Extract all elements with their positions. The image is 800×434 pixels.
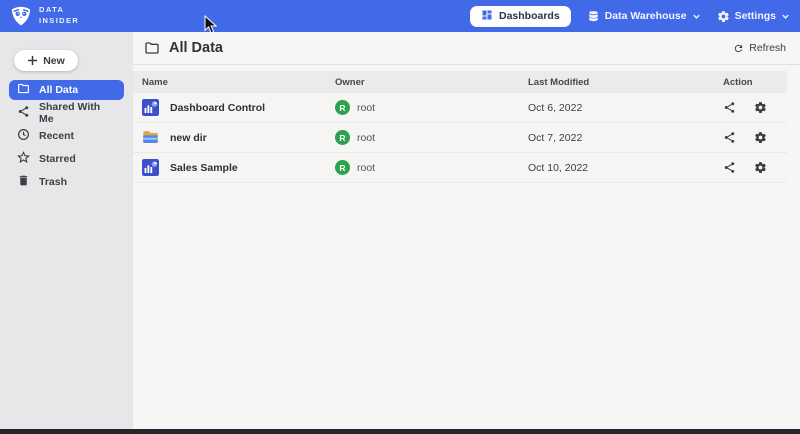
folder-file-icon — [142, 129, 159, 146]
data-warehouse-menu[interactable]: Data Warehouse — [587, 10, 701, 23]
table-row[interactable]: Dashboard Control R root Oct 6, 2022 — [133, 93, 787, 123]
files-table: Name Owner Last Modified Action Dashboar… — [133, 71, 787, 183]
gear-icon[interactable] — [754, 101, 767, 114]
owl-logo-icon — [10, 5, 32, 27]
clock-icon — [17, 128, 30, 144]
owner-name: root — [357, 102, 375, 114]
logo-text-line1: DATA — [39, 5, 79, 16]
gear-icon — [717, 10, 730, 23]
sidebar-item-recent[interactable]: Recent — [9, 126, 124, 146]
sidebar-item-label: Shared With Me — [39, 101, 116, 125]
settings-label: Settings — [735, 10, 776, 22]
sidebar-nav: All Data Shared With Me Recent Starred T… — [0, 80, 133, 192]
dashboard-file-icon — [142, 159, 159, 176]
sidebar-item-label: Starred — [39, 153, 76, 165]
sidebar-item-trash[interactable]: Trash — [9, 172, 124, 192]
table-header: Name Owner Last Modified Action — [133, 71, 787, 93]
gear-icon[interactable] — [754, 131, 767, 144]
last-modified-date: Oct 7, 2022 — [528, 132, 723, 144]
main-header: All Data Refresh — [133, 32, 800, 65]
owner-avatar: R — [335, 130, 350, 145]
folder-icon — [144, 40, 160, 56]
sidebar-item-label: All Data — [39, 84, 78, 96]
last-modified-date: Oct 6, 2022 — [528, 102, 723, 114]
table-row[interactable]: Sales Sample R root Oct 10, 2022 — [133, 153, 787, 183]
owner-avatar: R — [335, 100, 350, 115]
dashboard-grid-icon — [481, 9, 493, 24]
sidebar-item-shared-with-me[interactable]: Shared With Me — [9, 103, 124, 123]
dashboards-button-label: Dashboards — [499, 10, 560, 22]
refresh-button[interactable]: Refresh — [733, 42, 786, 54]
column-header-name: Name — [142, 77, 335, 88]
gear-icon[interactable] — [754, 161, 767, 174]
column-header-action: Action — [723, 77, 787, 88]
owner-avatar: R — [335, 160, 350, 175]
file-name: new dir — [170, 132, 207, 144]
settings-menu[interactable]: Settings — [717, 10, 790, 23]
sidebar-item-all-data[interactable]: All Data — [9, 80, 124, 100]
owner-name: root — [357, 132, 375, 144]
column-header-modified: Last Modified — [528, 77, 723, 88]
chevron-down-icon — [781, 12, 790, 21]
dashboards-button[interactable]: Dashboards — [470, 6, 571, 27]
database-icon — [587, 10, 600, 23]
sidebar: New All Data Shared With Me Recent Starr… — [0, 32, 133, 429]
folder-icon — [17, 82, 30, 98]
window-bottom-edge — [0, 429, 800, 434]
main-panel: All Data Refresh Name Owner Last Modifie… — [133, 32, 800, 429]
page-title: All Data — [169, 40, 223, 56]
share-icon[interactable] — [723, 131, 736, 144]
app-logo: DATA INSIDER — [10, 5, 79, 27]
sidebar-item-label: Trash — [39, 176, 67, 188]
star-icon — [17, 151, 30, 167]
table-row[interactable]: new dir R root Oct 7, 2022 — [133, 123, 787, 153]
file-name: Sales Sample — [170, 162, 238, 174]
share-icon — [17, 105, 30, 121]
share-icon[interactable] — [723, 101, 736, 114]
refresh-icon — [733, 43, 744, 54]
sidebar-item-label: Recent — [39, 130, 74, 142]
top-navbar: DATA INSIDER Dashboards Data Warehouse S… — [0, 0, 800, 32]
new-button-label: New — [43, 55, 65, 67]
refresh-label: Refresh — [749, 42, 786, 54]
file-name: Dashboard Control — [170, 102, 265, 114]
logo-text-line2: INSIDER — [39, 16, 79, 27]
trash-icon — [17, 174, 30, 190]
sidebar-item-starred[interactable]: Starred — [9, 149, 124, 169]
new-button[interactable]: New — [14, 50, 78, 71]
plus-icon — [27, 55, 38, 66]
last-modified-date: Oct 10, 2022 — [528, 162, 723, 174]
table-body: Dashboard Control R root Oct 6, 2022 new… — [133, 93, 787, 183]
data-warehouse-label: Data Warehouse — [605, 10, 687, 22]
share-icon[interactable] — [723, 161, 736, 174]
chevron-down-icon — [692, 12, 701, 21]
owner-name: root — [357, 162, 375, 174]
column-header-owner: Owner — [335, 77, 528, 88]
dashboard-file-icon — [142, 99, 159, 116]
